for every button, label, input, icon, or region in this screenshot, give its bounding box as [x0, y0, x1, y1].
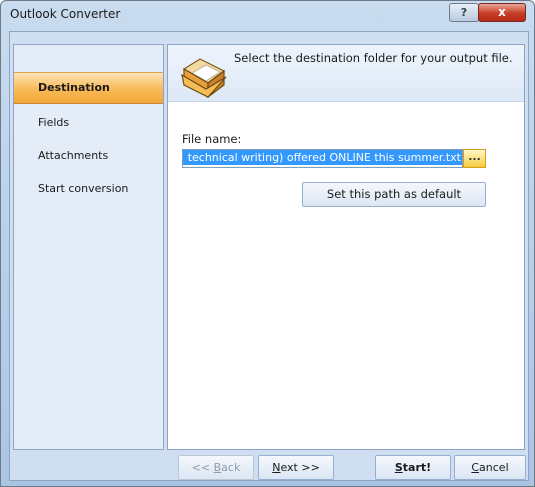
- sidebar-item-start-conversion[interactable]: Start conversion: [14, 174, 163, 204]
- file-name-input[interactable]: [183, 150, 462, 165]
- close-button[interactable]: x: [478, 3, 526, 22]
- step-header: Select the destination folder for your o…: [168, 45, 524, 102]
- wizard-client-area: Destination Fields Attachments Start con…: [9, 31, 529, 481]
- sidebar-item-fields[interactable]: Fields: [14, 108, 163, 138]
- sidebar-item-attachments[interactable]: Attachments: [14, 141, 163, 171]
- back-button[interactable]: << Back: [178, 455, 254, 480]
- wizard-footer: << Back Next >> Start! Cancel: [10, 452, 528, 480]
- help-button[interactable]: ?: [449, 3, 479, 22]
- window-title: Outlook Converter: [10, 7, 121, 21]
- back-button-rest: ack: [221, 461, 241, 474]
- sidebar-item-label: Attachments: [38, 149, 109, 162]
- back-button-prefix: <<: [191, 461, 214, 474]
- start-button-accelerator: S: [394, 461, 403, 474]
- file-name-field-frame: [182, 149, 463, 168]
- title-bar[interactable]: Outlook Converter ? x: [1, 1, 534, 27]
- set-default-path-button[interactable]: Set this path as default: [302, 182, 486, 207]
- cancel-button-rest: ancel: [479, 461, 509, 474]
- sidebar-item-label: Destination: [38, 81, 110, 94]
- cancel-button[interactable]: Cancel: [454, 455, 526, 480]
- converter-window: Outlook Converter ? x Destination Fields…: [0, 0, 535, 487]
- open-folder-icon: [181, 58, 227, 99]
- step-instruction: Select the destination folder for your o…: [234, 51, 513, 65]
- next-button[interactable]: Next >>: [258, 455, 334, 480]
- sidebar-item-destination[interactable]: Destination: [14, 72, 163, 104]
- browse-button[interactable]: ...: [463, 149, 486, 168]
- destination-panel: Select the destination folder for your o…: [167, 44, 525, 450]
- cancel-button-accelerator: C: [471, 461, 480, 474]
- sidebar-item-label: Fields: [38, 116, 70, 129]
- start-button-rest: tart!: [402, 461, 432, 474]
- file-name-label: File name:: [182, 132, 242, 146]
- next-button-rest: ext >>: [280, 461, 320, 474]
- sidebar-item-label: Start conversion: [38, 182, 129, 195]
- start-button[interactable]: Start!: [375, 455, 451, 480]
- wizard-step-sidebar: Destination Fields Attachments Start con…: [13, 44, 164, 450]
